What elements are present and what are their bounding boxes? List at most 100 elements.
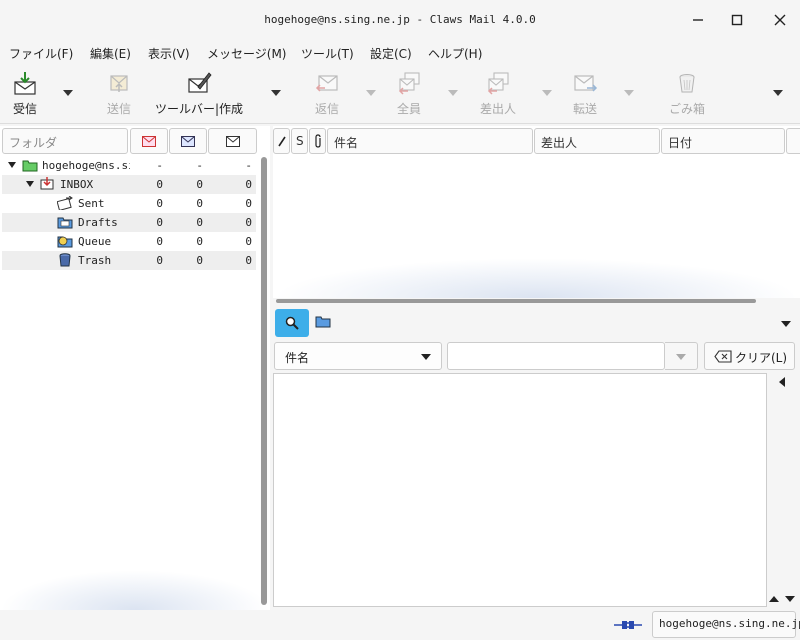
account-total-count: - [245, 159, 252, 172]
send-label: 送信 [106, 102, 131, 116]
folder-unread-count: 0 [196, 235, 203, 248]
menu-help[interactable]: ヘルプ(H) [428, 45, 482, 62]
reply-sender-dropdown[interactable] [542, 90, 552, 96]
maximize-button[interactable] [727, 10, 747, 30]
drafts-icon [57, 217, 73, 229]
extra-column-header[interactable] [786, 128, 800, 154]
date-column-header[interactable]: 日付 [661, 128, 785, 154]
menu-message[interactable]: メッセージ(M) [207, 45, 286, 62]
trash-button[interactable]: ごみ箱 [662, 66, 712, 122]
status-column-header[interactable]: S [291, 128, 308, 154]
account-name: hogehoge@ns.sing.ne.jp [42, 159, 130, 172]
reply-all-dropdown[interactable] [448, 90, 458, 96]
folder-icon[interactable] [315, 315, 331, 328]
compose-dropdown[interactable] [271, 90, 281, 96]
account-row[interactable]: hogehoge@ns.sing.ne.jp - - - [2, 156, 256, 175]
forward-dropdown[interactable] [624, 90, 634, 96]
menu-edit[interactable]: 編集(E) [90, 45, 131, 62]
compose-icon [188, 72, 212, 93]
new-mail-icon [142, 136, 156, 147]
new-column-header[interactable] [130, 128, 168, 154]
unread-mail-icon [181, 136, 195, 147]
account-folder-icon [22, 160, 38, 172]
send-button[interactable]: 送信 [96, 66, 142, 122]
folder-row-inbox[interactable]: INBOX 0 0 0 [2, 175, 256, 194]
collapse-left-icon[interactable] [778, 377, 786, 387]
sent-icon [57, 196, 73, 210]
reply-all-button[interactable]: 全員 [386, 66, 432, 122]
total-column-header[interactable] [208, 128, 257, 154]
account-unread-count: - [196, 159, 203, 172]
chevron-down-icon [676, 354, 686, 360]
collapse-arrow-icon[interactable] [26, 181, 34, 187]
chevron-down-icon [421, 354, 431, 360]
search-field-value: 件名 [285, 351, 310, 365]
close-button[interactable] [770, 10, 790, 30]
reply-label: 返信 [314, 102, 339, 116]
folder-name: Queue [78, 235, 112, 248]
subject-column-label: 件名 [334, 136, 359, 150]
message-view-side [768, 373, 800, 607]
clear-button[interactable]: クリア(L) [704, 342, 795, 370]
menu-tools[interactable]: ツール(T) [301, 45, 354, 62]
minimize-button[interactable] [688, 10, 708, 30]
inbox-icon [40, 177, 54, 190]
subject-column-header[interactable]: 件名 [327, 128, 533, 154]
folder-new-count: 0 [156, 235, 163, 248]
pencil-icon [278, 136, 286, 147]
folder-row-drafts[interactable]: Drafts 0 0 0 [2, 213, 256, 232]
folder-row-queue[interactable]: Queue 0 0 0 [2, 232, 256, 251]
message-list-glow [273, 258, 800, 298]
receive-mail-icon [14, 72, 36, 95]
search-field-select[interactable]: 件名 [274, 342, 442, 370]
receive-label: 受信 [12, 102, 37, 116]
mark-column-header[interactable] [273, 128, 290, 154]
compose-button[interactable]: ツールバー|作成 [150, 66, 248, 122]
scroll-down-icon[interactable] [785, 595, 795, 603]
message-list-scrollbar[interactable] [276, 299, 756, 303]
reply-dropdown[interactable] [366, 90, 376, 96]
search-input[interactable] [447, 342, 665, 370]
folder-name: Trash [78, 254, 112, 267]
status-account-button[interactable]: hogehoge@ns.sing.ne.jp [652, 611, 800, 638]
compose-label: ツールバー|作成 [154, 102, 244, 116]
collapse-arrow-icon[interactable] [8, 162, 16, 168]
message-list: S 件名 差出人 日付 [273, 126, 800, 298]
folder-unread-count: 0 [196, 216, 203, 229]
reply-sender-button[interactable]: 差出人 [473, 66, 523, 122]
folder-new-count: 0 [156, 178, 163, 191]
quicksearch-menu-dropdown[interactable] [781, 321, 791, 327]
folder-column-header[interactable]: フォルダ [2, 128, 128, 154]
menu-view[interactable]: 表示(V) [148, 45, 190, 62]
search-history-dropdown[interactable] [665, 342, 698, 370]
menu-file[interactable]: ファイル(F) [9, 45, 73, 62]
online-plug-icon[interactable] [614, 619, 642, 631]
folder-row-sent[interactable]: Sent 0 0 0 [2, 194, 256, 213]
unread-column-header[interactable] [169, 128, 207, 154]
paperclip-icon [315, 134, 321, 148]
from-column-label: 差出人 [541, 136, 578, 150]
message-view[interactable] [273, 373, 767, 607]
folder-row-trash[interactable]: Trash 0 0 0 [2, 251, 256, 270]
folder-name: Drafts [78, 216, 118, 229]
search-toggle-button[interactable] [275, 309, 309, 337]
from-column-header[interactable]: 差出人 [534, 128, 660, 154]
folder-unread-count: 0 [196, 254, 203, 267]
attachment-column-header[interactable] [309, 128, 326, 154]
folder-total-count: 0 [245, 178, 252, 191]
forward-button[interactable]: 転送 [562, 66, 608, 122]
scroll-up-icon[interactable] [769, 595, 779, 603]
receive-dropdown[interactable] [63, 90, 73, 96]
toolbar-overflow-dropdown[interactable] [773, 90, 783, 96]
receive-button[interactable]: 受信 [2, 66, 48, 122]
mail-icon [225, 136, 240, 147]
maximize-icon [731, 14, 743, 26]
status-column-label: S [296, 134, 304, 148]
status-account-label: hogehoge@ns.sing.ne.jp [659, 617, 800, 630]
folder-pane-scrollbar[interactable] [261, 157, 267, 605]
trash-can-icon [59, 253, 71, 267]
reply-button[interactable]: 返信 [304, 66, 350, 122]
menu-settings[interactable]: 設定(C) [370, 45, 412, 62]
folder-name: Sent [78, 197, 105, 210]
trash-icon [679, 74, 695, 93]
